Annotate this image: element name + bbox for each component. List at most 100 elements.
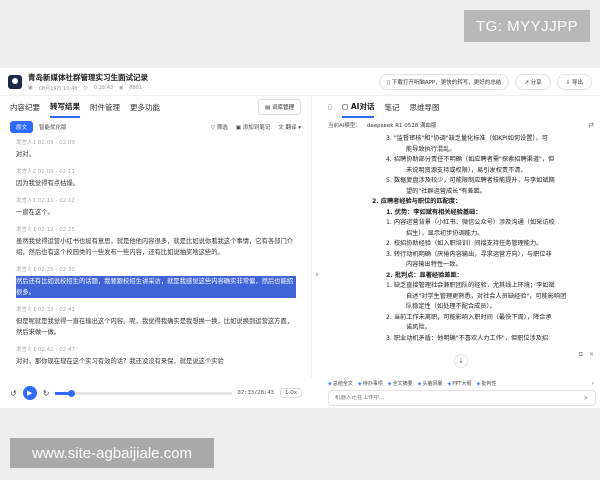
segment-text-highlighted[interactable]: 然后还有比如说校招生的话题，我要跟校招生讲采访，就是我感觉这些内容确实非常偏，然…	[16, 276, 296, 298]
book-icon: ▤	[265, 105, 272, 111]
transcript-segment[interactable]: 发言人1 02:11 - 02:12 一直在这个。	[16, 196, 296, 218]
tab-transcript[interactable]: 转写结果	[50, 97, 80, 118]
tab-ai-chat[interactable]: AI对话	[341, 97, 375, 118]
quick-action-ppt[interactable]: PPT大纲	[448, 380, 471, 387]
filter-button[interactable]: ▽ 筛选	[211, 123, 228, 131]
transcript-segment[interactable]: 发言人2 02:09 - 02:11 因为我觉得有点枯燥。	[16, 167, 296, 189]
answer-line: 能导致执行混乱。	[406, 145, 456, 153]
download-app-banner[interactable]: ▯ 下载打开听脑APP，更快的转写，更好的总结	[379, 73, 510, 90]
segment-speaker: 发言人1 02:09 - 02:09	[16, 140, 75, 146]
transcript-tools: ▽ 筛选 ▣ 添加到笔记 文 翻译 ▾	[211, 123, 301, 131]
play-button[interactable]: ▶	[22, 386, 37, 400]
record-duration: 0:28:43	[93, 84, 114, 91]
segment-text[interactable]: 但是呢就是我觉得一直在输出这个内容。呢，我觉得我确实是我想换一换，比如说换到运营…	[16, 316, 296, 338]
answer-line: 诺风险。	[406, 324, 431, 331]
segment-text[interactable]: 对对。	[16, 149, 296, 160]
answer-line: 2. 当前工作未离职，可能影响入职时间（最快下周），降合承	[386, 313, 552, 321]
transcript-segment[interactable]: 发言人1 02:33 - 02:41 但是呢就是我觉得一直在输出这个内容。呢，我…	[16, 305, 296, 338]
copy-icon[interactable]: ⧉	[579, 351, 583, 359]
model-name[interactable]: deepseek R1 0528 满血版	[367, 121, 437, 129]
quick-action-summary[interactable]: 总结全文	[328, 380, 353, 387]
translate-label: 翻译	[285, 125, 297, 131]
answer-line: 1. 缺乏直接管理社会兼职团队的经验，尤其线上环境；李如斌	[386, 282, 555, 289]
answer-line: 招生），显示初步协调能力。	[406, 229, 484, 237]
tab-notes[interactable]: 笔记	[384, 98, 399, 117]
transcript-segment-active[interactable]: 发言人1 02:25 - 02:33 然后还有比如说校招生的话题，我要跟校招生讲…	[16, 265, 296, 298]
rewind-icon[interactable]: ↺	[10, 389, 17, 398]
transcript-segment[interactable]: 发言人1 02:12 - 02:25 虽然我觉得运营小红书也挺有意思，就是他他内…	[16, 225, 296, 258]
segment-text[interactable]: 一直在这个。	[16, 207, 296, 218]
collapse-panel-icon[interactable]: ›	[312, 268, 322, 282]
answer-line: 1. 内容运营背景（小红书、微信公众号）涉及沟通（如采访校	[386, 219, 555, 226]
switch-icon[interactable]: ⇄	[588, 121, 594, 129]
vocab-manage-button[interactable]: ▤ 词库管理	[258, 99, 301, 115]
send-icon[interactable]: ➤	[583, 394, 589, 402]
add-note-button[interactable]: ▣ 添加到笔记	[236, 123, 270, 131]
tab-more[interactable]: 更多功能	[130, 98, 160, 117]
segment-text[interactable]: 因为我觉得有点枯燥。	[16, 178, 296, 189]
document-title: 青岛新媒体社群管理实习生面试记录	[28, 72, 148, 82]
total-time: 28:43	[257, 390, 274, 396]
audio-player: ↺ ▶ ↻ 02:33/28:43 1.0x	[0, 378, 312, 408]
calendar-icon: ▣	[28, 84, 33, 91]
answer-line: 3. "监督审核"和"协调"缺乏量化标准（如KPI如何设置），可	[386, 135, 548, 142]
tab-summary[interactable]: 内容纪要	[10, 98, 40, 117]
transcript-segment[interactable]: 发言人1 02:41 - 02:47 对对，那你现在现在这个实习有效的话？我还没…	[16, 345, 296, 367]
segment-text[interactable]: 虽然我觉得运营小红书也挺有意思，就是他他内容很多，就是比如说你看我这个事情，它有…	[16, 236, 296, 258]
panel-icon[interactable]: ▯	[328, 103, 332, 111]
transcript-toolbar: 原文 智能优化版 ▽ 筛选 ▣ 添加到笔记 文 翻译 ▾	[0, 118, 311, 136]
answer-line: 望的"社群运营成长"有差距。	[406, 187, 486, 195]
play-icon: ▶	[27, 389, 33, 397]
share-button[interactable]: ↗ 分享	[515, 73, 551, 90]
transcript-panel: 内容纪要 转写结果 附件管理 更多功能 ▤ 词库管理 原文 智能优化版 ▽ 筛选…	[0, 96, 312, 408]
segment-speaker: 发言人1 02:41 - 02:47	[16, 347, 75, 353]
export-label: 导出	[571, 79, 583, 86]
eye-icon: ◉	[119, 84, 124, 91]
chat-icon	[341, 103, 348, 110]
chevron-right-icon[interactable]: ›	[592, 380, 594, 387]
smart-optimize-button[interactable]: 智能优化版	[39, 123, 67, 131]
segment-speaker: 发言人2 02:09 - 02:11	[16, 169, 75, 175]
answer-line: 内容输出特性一致。	[406, 261, 462, 268]
transcript-segment[interactable]: 发言人1 02:09 - 02:09 对对。	[16, 138, 296, 160]
quick-action-critical[interactable]: 批判性	[476, 380, 496, 387]
right-tabs: ▯ AI对话 笔记 思维导图	[322, 96, 600, 118]
download-app-text: 下载打开听脑APP，更快的转写，更好的总结	[391, 79, 502, 86]
transcript-list[interactable]: 发言人1 02:09 - 02:09 对对。 发言人2 02:09 - 02:1…	[0, 138, 312, 374]
close-icon[interactable]: ✕	[589, 351, 594, 359]
chat-input[interactable]	[335, 395, 584, 401]
answer-line: 2. 应聘者经验与职位的匹配度：	[372, 198, 462, 205]
progress-slider[interactable]	[55, 389, 232, 397]
tab-mindmap[interactable]: 思维导图	[409, 98, 439, 117]
share-label: 分享	[530, 79, 542, 86]
site-watermark: www.site-agbaijiale.com	[10, 438, 214, 468]
clock-icon: ◷	[83, 84, 88, 91]
tg-watermark: TG: MYYJJPP	[464, 10, 590, 42]
segment-text[interactable]: 对对，那你现在现在这个实习有效的话？我还没没有来保，就是说这个实验	[16, 356, 296, 367]
quick-action-todo[interactable]: 待办事项	[358, 380, 383, 387]
answer-line: 2. 批判点：显著经验差距：	[386, 271, 463, 279]
segment-speaker: 发言人1 02:25 - 02:33	[16, 267, 75, 273]
left-tabs: 内容纪要 转写结果 附件管理 更多功能 ▤ 词库管理	[0, 96, 311, 118]
scroll-down-button[interactable]: ↓	[454, 354, 468, 368]
progress-knob[interactable]	[68, 389, 76, 397]
original-text-button[interactable]: 原文	[10, 121, 34, 133]
quick-action-brainstorm[interactable]: 头脑风暴	[418, 380, 442, 387]
tab-ai-chat-label: AI对话	[350, 101, 375, 111]
answer-line: 队稳定性（如处理不配合成员）。	[406, 303, 496, 310]
answer-line: 3. 转行动机明确（厌倦内容输出，寻求运营方向），与职位非	[386, 250, 552, 258]
vocab-label: 词库管理	[271, 105, 294, 111]
translate-button[interactable]: 文 翻译 ▾	[278, 123, 301, 131]
quick-action-abstract[interactable]: 全文摘要	[388, 380, 413, 387]
playback-speed-button[interactable]: 1.0x	[279, 388, 302, 398]
current-time: 02:33	[237, 390, 255, 396]
ai-answer: 3. "监督审核"和"协调"缺乏量化标准（如KPI如何设置），可能导致执行混乱。…	[322, 134, 600, 344]
view-count: 8881	[129, 84, 143, 91]
record-date: 08月19日 10:48	[38, 85, 78, 92]
answer-actions: ⧉ ✕	[579, 351, 594, 359]
export-button[interactable]: ⇩ 导出	[556, 73, 592, 90]
tab-attachments[interactable]: 附件管理	[90, 98, 120, 117]
note-icon: ▣	[235, 125, 243, 131]
document-meta: ▣ 08月19日 10:48 ◷ 0:28:43 ◉ 8881	[28, 85, 148, 92]
forward-icon[interactable]: ↻	[43, 389, 50, 398]
